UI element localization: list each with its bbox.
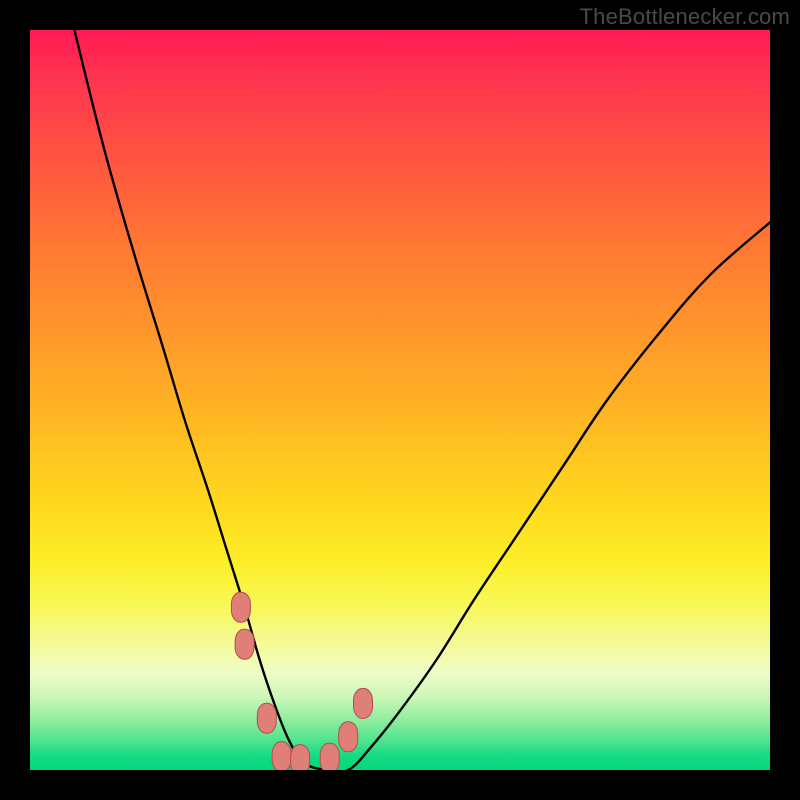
marker-point (272, 742, 291, 770)
marker-point (235, 629, 254, 659)
chart-overlay (30, 30, 770, 770)
marker-point (354, 688, 373, 718)
watermark-text: TheBottlenecker.com (580, 4, 790, 30)
bottleneck-markers (231, 592, 372, 770)
chart-frame: TheBottlenecker.com (0, 0, 800, 800)
marker-point (339, 722, 358, 752)
bottleneck-curve (74, 30, 770, 770)
marker-point (231, 592, 250, 622)
marker-point (291, 745, 310, 770)
marker-point (257, 703, 276, 733)
plot-area (30, 30, 770, 770)
marker-point (320, 743, 339, 770)
